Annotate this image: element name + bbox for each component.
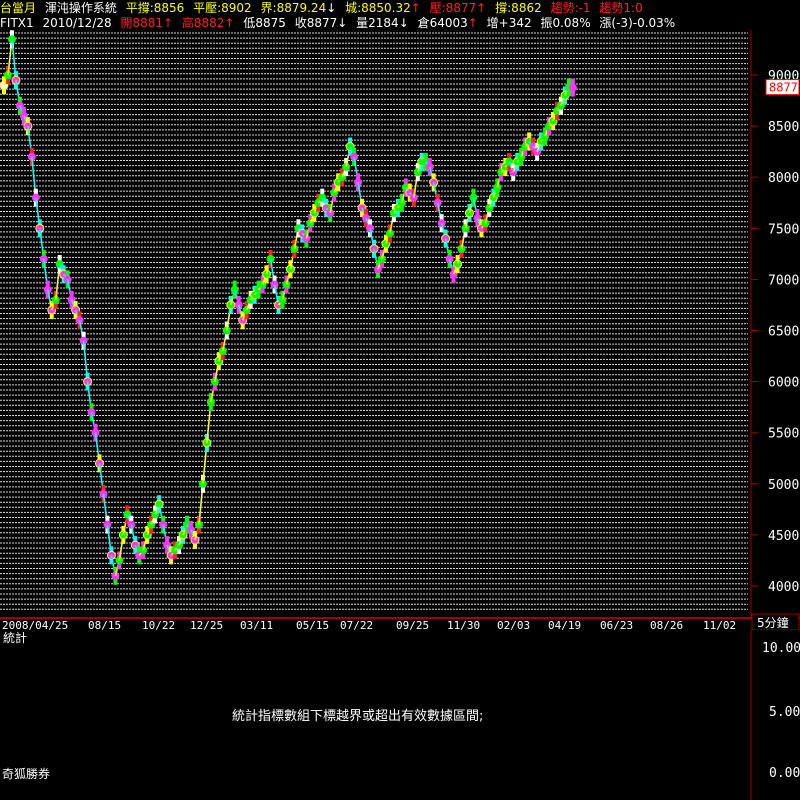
y-axis-ticks: 9000850080007500700065006000550050004500… <box>751 69 799 595</box>
y-tick-label: 8000 <box>768 171 799 186</box>
y-tick-label: 6000 <box>768 376 799 391</box>
x-tick-label: 04/19 <box>548 619 581 630</box>
symbol-label: FITX1 <box>0 16 34 30</box>
sub-y-tick-label: 10.00 <box>762 641 800 656</box>
x-tick-label: 11/30 <box>447 619 480 630</box>
high-value: 高8882↑ <box>181 16 235 30</box>
data-point <box>568 83 577 92</box>
ping-cheng-value: 平撐:8856 <box>125 1 185 15</box>
period-label[interactable]: 5分鐘 <box>757 615 789 630</box>
contract-label: 台當月 <box>0 1 37 15</box>
cheng-value: 城:8850.32↑ <box>345 1 421 15</box>
volume-value: 量2184↓ <box>356 16 409 30</box>
y-tick-label: 8500 <box>768 120 799 135</box>
stats-panel: 統計 10.00 5.00 0.00 統計指標數組下標越界或超出有效數據區間; … <box>2 630 800 800</box>
trend1-value: 趨勢1:0 <box>599 1 643 15</box>
x-tick-label: 03/11 <box>240 619 273 630</box>
low-value: 低8875 <box>243 16 286 30</box>
x-tick-label: 2008/04/25 <box>2 619 68 630</box>
y-tick-label: 5000 <box>768 478 799 493</box>
system-name: 渾沌操作系統 <box>44 1 117 15</box>
open-value: 開8881↑ <box>120 16 174 30</box>
price-marker-label: 8877 <box>769 81 798 95</box>
y-tick-label: 7000 <box>768 273 799 288</box>
x-tick-label: 09/25 <box>396 619 429 630</box>
header-row-2: FITX1 2010/12/28 開8881↑ 高8882↑ 低8875 收88… <box>0 15 800 31</box>
x-axis-ticks: 2008/04/25 08/15 10/22 12/25 03/11 05/15 07/22… <box>2 619 736 630</box>
zhi-value: 撐:8862 <box>495 1 542 15</box>
sub-y-tick-label: 5.00 <box>769 705 800 720</box>
ping-ya-value: 平壓:8902 <box>193 1 252 15</box>
change-value: 漲(-3)-0.03% <box>599 16 676 30</box>
grid-lines <box>0 32 748 610</box>
header-row-1: 台當月 渾沌操作系統 平撐:8856 平壓:8902 界:8879.24↓ 城:… <box>0 0 800 16</box>
ya-value: 壓:8877↑ <box>429 1 487 15</box>
oi-change-value: 增+342 <box>486 16 532 30</box>
y-tick-label: 4000 <box>768 580 799 595</box>
x-tick-label: 08/26 <box>650 619 683 630</box>
price-chart[interactable]: 9000850080007500700065006000550050004500… <box>0 30 800 630</box>
x-tick-label: 05/15 <box>296 619 329 630</box>
x-tick-label: 02/03 <box>497 619 530 630</box>
sub-y-tick-label: 0.00 <box>769 766 800 781</box>
x-tick-label: 08/15 <box>88 619 121 630</box>
trend-value: 趨勢:-1 <box>550 1 591 15</box>
jie-value: 界:8879.24↓ <box>260 1 337 15</box>
date-label: 2010/12/28 <box>42 16 112 30</box>
sub-panel-title: 統計 <box>3 630 27 645</box>
close-value: 收8877↓ <box>294 16 348 30</box>
y-tick-label: 7500 <box>768 222 799 237</box>
x-tick-label: 06/23 <box>600 619 633 630</box>
x-tick-label: 11/02 <box>703 619 736 630</box>
y-tick-label: 4500 <box>768 529 799 544</box>
footer-label: 奇狐勝券 <box>2 766 50 781</box>
price-series <box>0 30 577 585</box>
x-tick-label: 10/22 <box>142 619 175 630</box>
price-marker: 8877 <box>765 79 800 96</box>
y-tick-label: 6500 <box>768 325 799 340</box>
x-tick-label: 07/22 <box>340 619 373 630</box>
x-tick-label: 12/25 <box>190 619 223 630</box>
y-tick-label: 5500 <box>768 427 799 442</box>
oi-value: 倉64003↑ <box>417 16 478 30</box>
amplitude-value: 振0.08% <box>540 16 591 30</box>
sub-panel-message: 統計指標數組下標越界或超出有效數據區間; <box>232 708 483 724</box>
